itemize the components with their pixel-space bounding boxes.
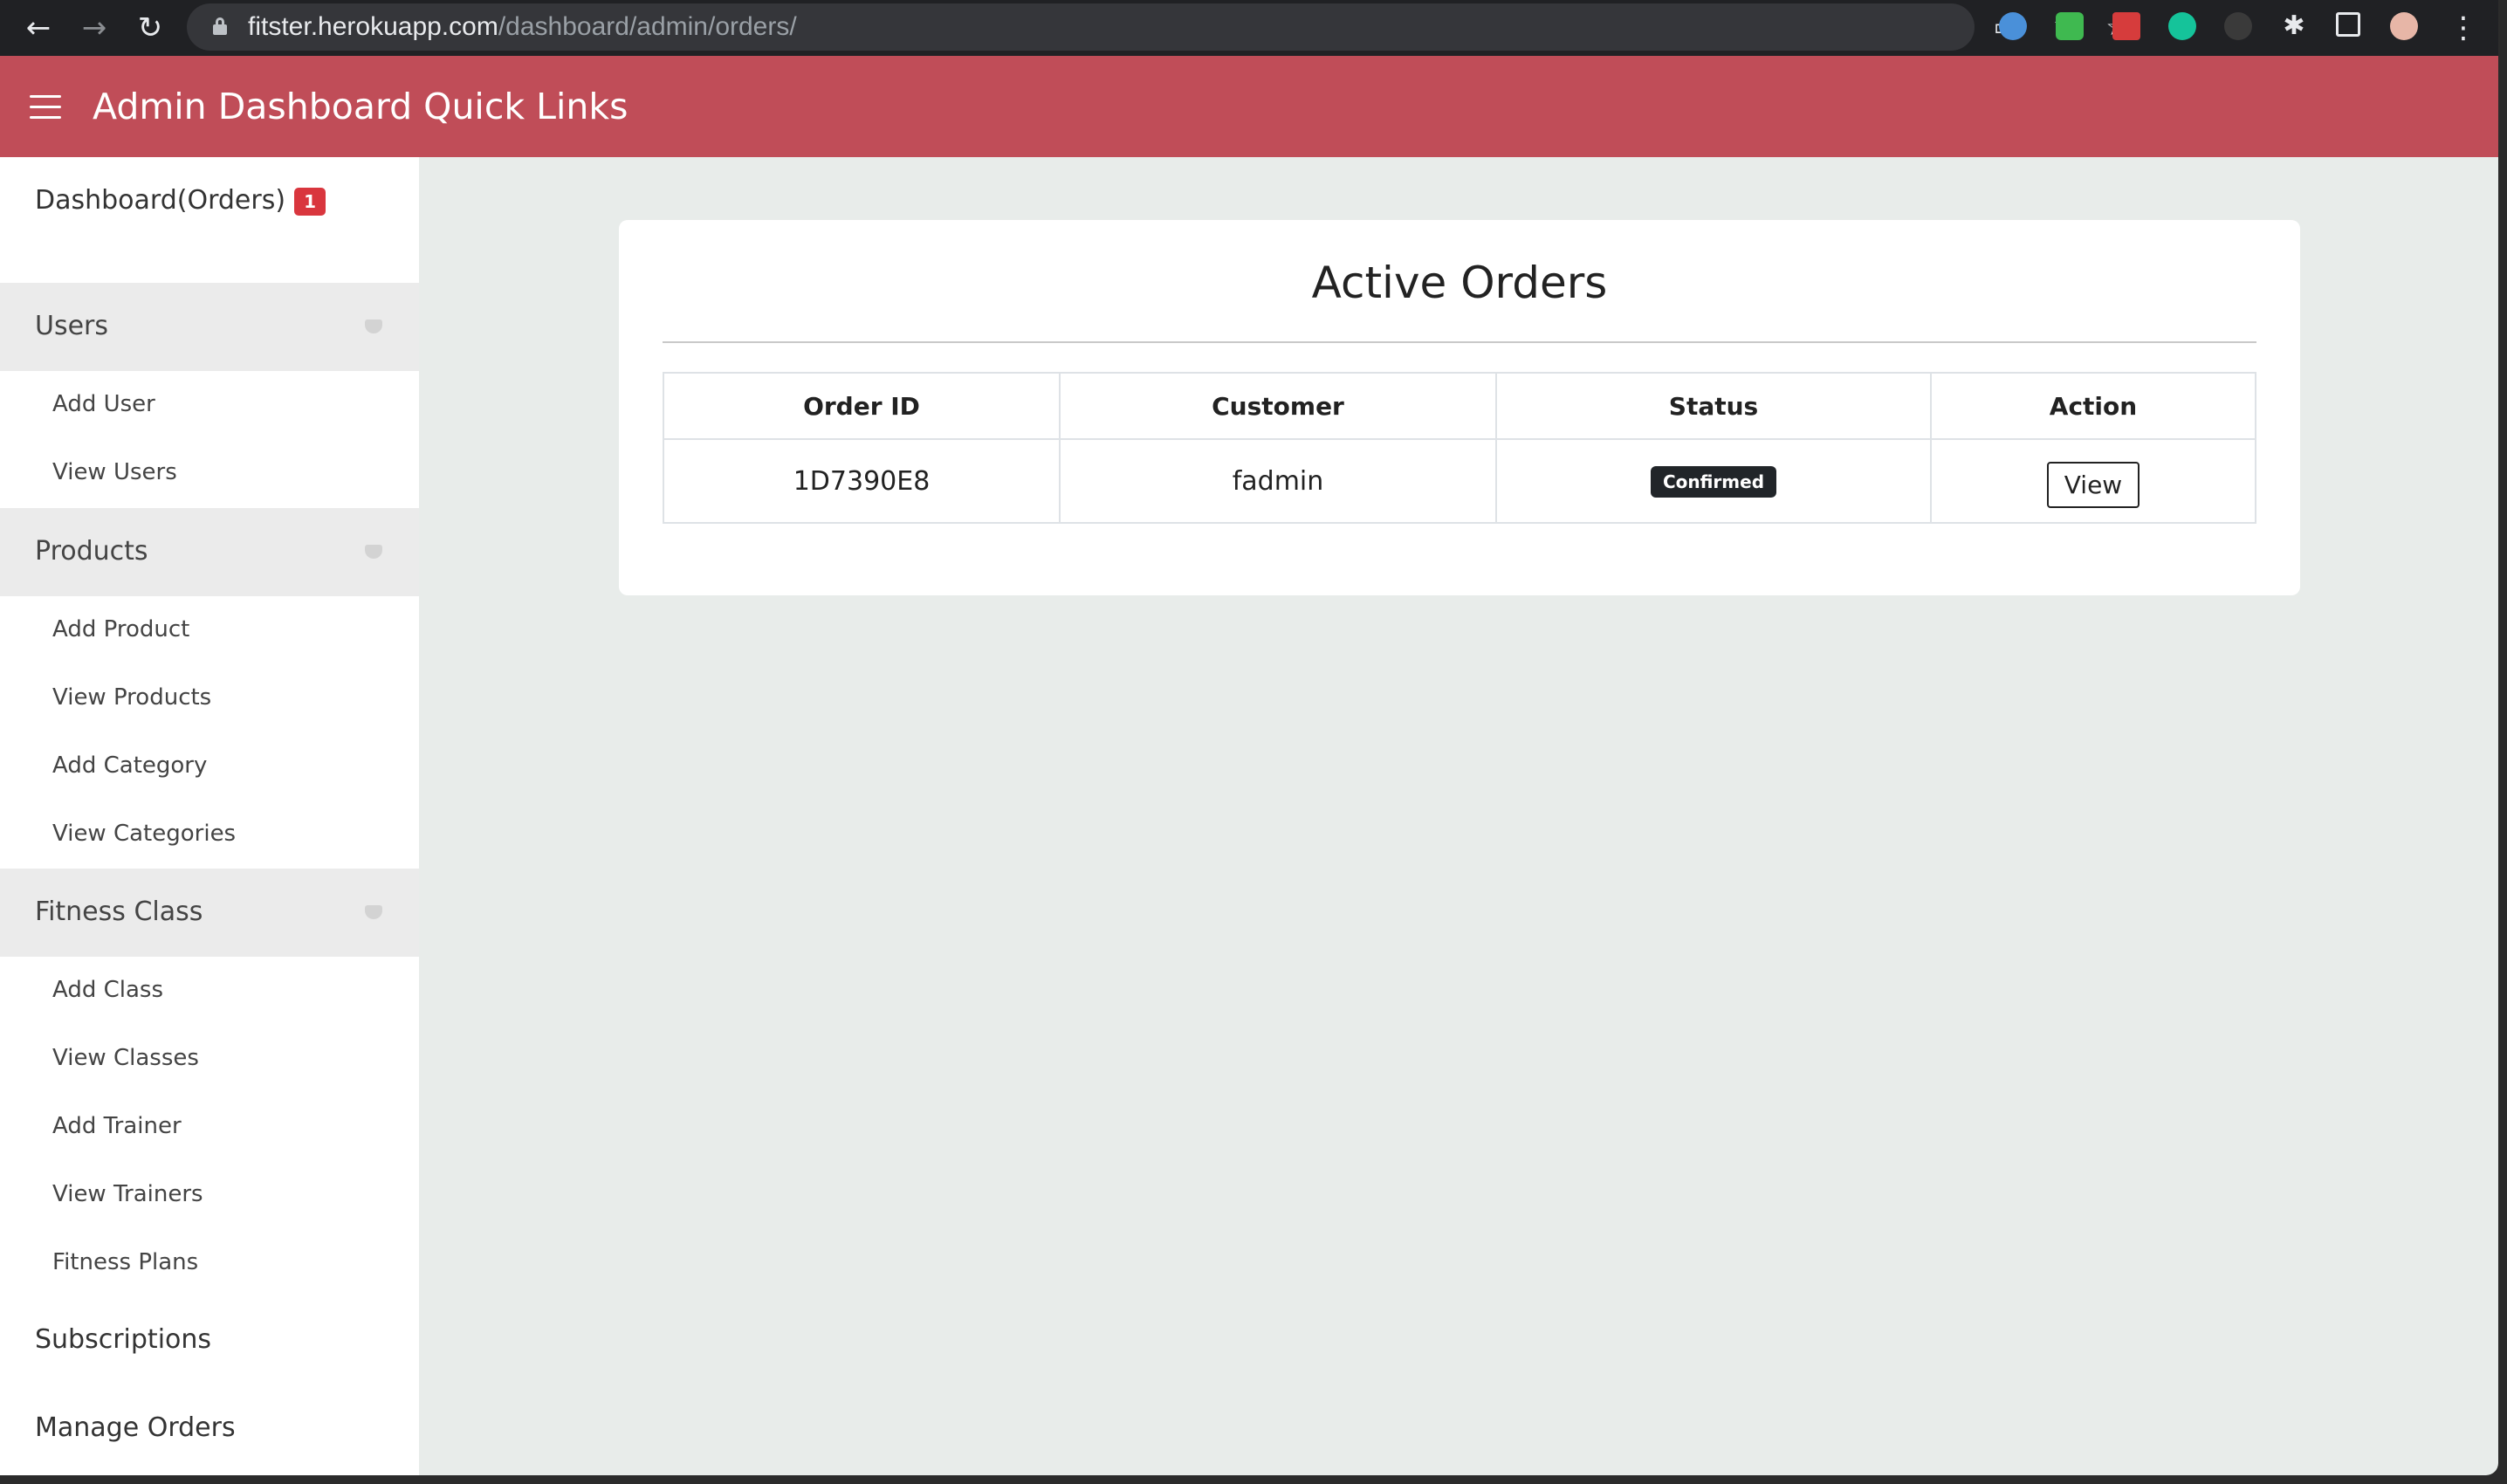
app-header: Admin Dashboard Quick Links <box>0 56 2498 157</box>
orders-count-badge: 1 <box>294 187 326 216</box>
table-row: 1D7390E8 fadmin Confirmed View <box>663 438 2256 524</box>
sidebar-dashboard-label: Dashboard(Orders) 1 <box>35 183 326 218</box>
title-divider <box>663 341 2256 343</box>
address-bar[interactable]: fitster.herokuapp.com/dashboard/admin/or… <box>187 3 2128 51</box>
sidebar-item-label: Add Class <box>52 977 164 1003</box>
collapse-indicator-icon <box>365 905 382 919</box>
table-header-row: Order ID Customer Status Action <box>663 372 2256 440</box>
extension-shield-icon[interactable] <box>2056 12 2084 40</box>
active-orders-card: Active Orders Order ID Customer Status A… <box>619 220 2300 595</box>
reload-icon[interactable]: ↻ <box>133 10 168 45</box>
url-text[interactable]: fitster.herokuapp.com/dashboard/admin/or… <box>248 10 797 44</box>
sidebar-item-view-products[interactable]: View Products <box>0 664 419 732</box>
collapse-indicator-icon <box>365 545 382 559</box>
sidebar-item-label: View Users <box>52 459 177 485</box>
sidebar-item-label: View Classes <box>52 1045 199 1071</box>
column-header-customer: Customer <box>1059 372 1497 440</box>
chrome-menu-icon[interactable]: ⋮ <box>2446 10 2481 45</box>
sidebar-group-label: Fitness Class <box>35 897 203 927</box>
sidebar-item-label: Subscriptions <box>35 1324 212 1355</box>
grammarly-icon[interactable] <box>2168 12 2196 40</box>
column-header-order-id: Order ID <box>663 372 1061 440</box>
sidebar-item-view-classes[interactable]: View Classes <box>0 1025 419 1093</box>
extensions-puzzle-icon[interactable]: ✱ <box>2280 12 2308 40</box>
extension-d-icon[interactable] <box>2224 12 2252 40</box>
sidebar-group-fitness-class[interactable]: Fitness Class <box>0 869 419 957</box>
sidebar-item-label: Manage Orders <box>35 1412 236 1443</box>
sidebar-item-label: View Products <box>52 684 212 711</box>
sidebar-item-label: View Categories <box>52 821 237 847</box>
sidebar-item-add-product[interactable]: Add Product <box>0 596 419 664</box>
browser-window: ← → ↻ fitster.herokuapp.com/dashboard/ad… <box>0 0 2498 1475</box>
customer-cell: fadmin <box>1059 438 1497 524</box>
collapse-indicator-icon <box>365 319 382 333</box>
sidebar-item-view-categories[interactable]: View Categories <box>0 800 419 869</box>
sidebar-item-label: Add Trainer <box>52 1113 182 1139</box>
sidebar-item-add-category[interactable]: Add Category <box>0 732 419 800</box>
lock-icon[interactable] <box>213 17 227 35</box>
extension-red-icon[interactable] <box>2112 12 2140 40</box>
sidebar-item-add-class[interactable]: Add Class <box>0 957 419 1025</box>
sidebar-item-manage-orders[interactable]: Manage Orders <box>0 1384 419 1473</box>
url-host: fitster.herokuapp.com <box>248 12 498 41</box>
column-header-status: Status <box>1495 372 1932 440</box>
side-panel-icon[interactable] <box>2336 12 2360 37</box>
sidebar-item-label: Add User <box>52 391 155 417</box>
orders-table: Order ID Customer Status Action 1D7390E8… <box>663 372 2256 524</box>
sidebar-group-label: Users <box>35 311 109 341</box>
action-cell: View <box>1930 438 2256 524</box>
order-id-cell: 1D7390E8 <box>663 438 1061 524</box>
sidebar-item-label: Fitness Plans <box>52 1249 199 1275</box>
sidebar-item-add-user[interactable]: Add User <box>0 371 419 439</box>
back-icon[interactable]: ← <box>21 10 56 45</box>
sidebar-item-label: Add Category <box>52 752 208 779</box>
extension-blue-icon[interactable] <box>1999 12 2027 40</box>
view-order-button[interactable]: View <box>2046 461 2140 508</box>
forward-icon[interactable]: → <box>77 10 112 45</box>
sidebar-item-view-trainers[interactable]: View Trainers <box>0 1161 419 1229</box>
sidebar-group-products[interactable]: Products <box>0 508 419 596</box>
status-cell: Confirmed <box>1495 438 1932 524</box>
sidebar-group-label: Products <box>35 536 148 567</box>
hamburger-menu-icon[interactable] <box>30 95 61 120</box>
sidebar-group-users[interactable]: Users <box>0 283 419 371</box>
app-title: Admin Dashboard Quick Links <box>93 86 628 127</box>
sidebar-item-add-trainer[interactable]: Add Trainer <box>0 1093 419 1161</box>
status-badge: Confirmed <box>1650 466 1777 498</box>
sidebar-item-dashboard-orders[interactable]: Dashboard(Orders) 1 <box>0 157 419 245</box>
url-path: /dashboard/admin/orders/ <box>498 12 797 41</box>
sidebar-item-label: Add Product <box>52 616 190 642</box>
sidebar-item-subscriptions[interactable]: Subscriptions <box>0 1296 419 1384</box>
column-header-action: Action <box>1930 372 2256 440</box>
sidebar-item-view-users[interactable]: View Users <box>0 439 419 507</box>
sidebar-item-fitness-plans[interactable]: Fitness Plans <box>0 1229 419 1297</box>
browser-toolbar: ← → ↻ fitster.herokuapp.com/dashboard/ad… <box>0 0 2498 56</box>
profile-avatar[interactable] <box>2390 12 2418 40</box>
sidebar-item-label: View Trainers <box>52 1181 203 1207</box>
page-title: Active Orders <box>1311 258 1608 308</box>
sidebar: Dashboard(Orders) 1 Users Add User View U… <box>0 157 419 1475</box>
